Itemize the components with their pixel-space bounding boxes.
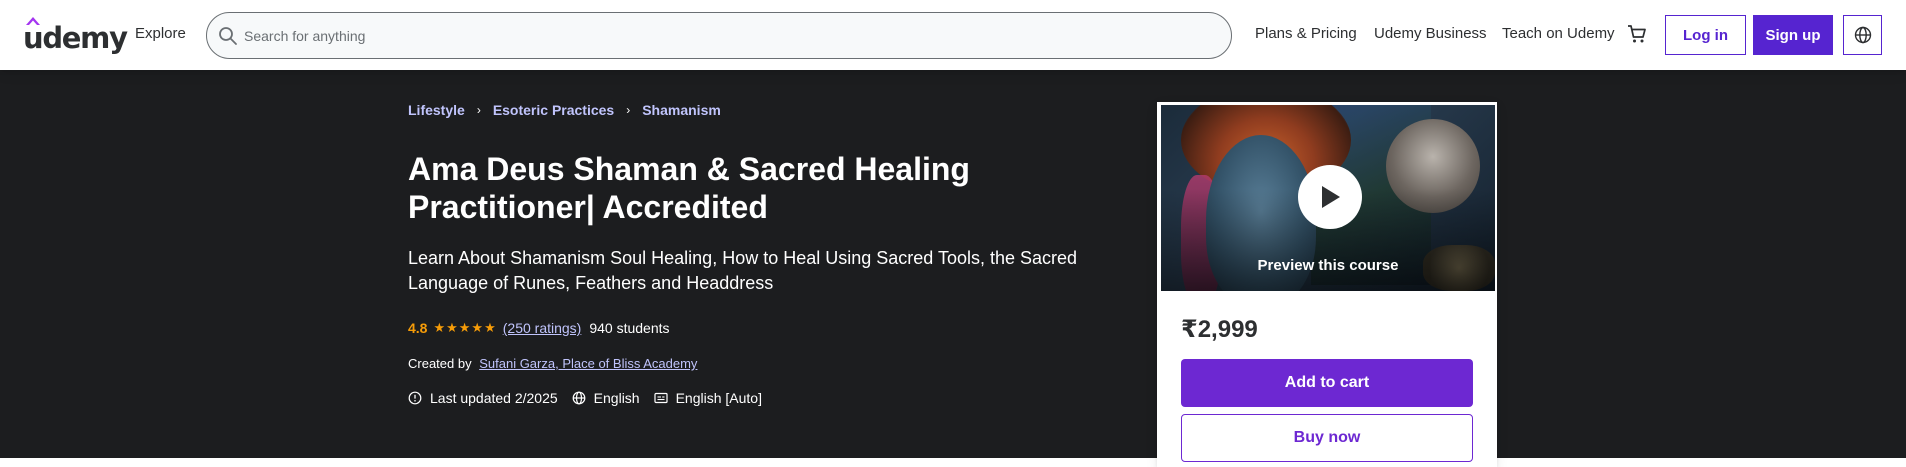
instructor-link[interactable]: Sufani Garza, Place of Bliss Academy [479, 356, 697, 371]
breadcrumb: Lifestyle › Esoteric Practices › Shamani… [408, 102, 721, 118]
alert-clock-icon [408, 391, 422, 405]
language-button[interactable] [1843, 15, 1882, 55]
captions-text: English [Auto] [675, 390, 762, 406]
ratings-count-link[interactable]: (250 ratings) [503, 320, 582, 336]
globe-icon [572, 391, 586, 405]
globe-icon [1854, 26, 1871, 44]
course-title: Ama Deus Shaman & Sacred Healing Practit… [408, 151, 970, 225]
breadcrumb-esoteric-practices[interactable]: Esoteric Practices [493, 102, 614, 118]
star-rating-icon: ★★★★★ [433, 320, 497, 335]
signup-button[interactable]: Sign up [1753, 15, 1833, 55]
search-input[interactable] [244, 24, 1204, 48]
rating-row: 4.8 ★★★★★ (250 ratings) 940 students [408, 320, 670, 336]
breadcrumb-lifestyle[interactable]: Lifestyle [408, 102, 465, 118]
language-text: English [593, 390, 640, 406]
explore-link[interactable]: Explore [135, 25, 186, 42]
teach-on-udemy-link[interactable]: Teach on Udemy [1502, 25, 1615, 42]
search-bar[interactable] [206, 12, 1232, 59]
purchase-card: Preview this course ₹2,999 Add to cart B… [1157, 102, 1497, 467]
captions: English [Auto] [653, 390, 762, 406]
rating-value: 4.8 [408, 320, 428, 336]
udemy-business-link[interactable]: Udemy Business [1374, 25, 1487, 42]
logo-wordmark: udemy [23, 21, 128, 55]
students-count: 940 students [589, 320, 670, 336]
top-header: udemy Explore Plans & Pricing Udemy Busi… [0, 0, 1906, 70]
play-button[interactable] [1298, 165, 1362, 229]
search-icon[interactable] [218, 26, 238, 46]
course-subtitle: Learn About Shamanism Soul Healing, How … [408, 248, 1078, 293]
udemy-logo[interactable]: udemy [23, 17, 128, 55]
captions-icon [653, 392, 668, 404]
last-updated: Last updated 2/2025 [408, 390, 558, 406]
buy-now-button[interactable]: Buy now [1181, 414, 1473, 462]
last-updated-text: Last updated 2/2025 [430, 390, 558, 406]
chevron-right-icon: › [476, 103, 481, 117]
play-icon [1322, 186, 1340, 208]
add-to-cart-button[interactable]: Add to cart [1181, 359, 1473, 407]
chevron-right-icon: › [626, 103, 631, 117]
login-button[interactable]: Log in [1665, 15, 1746, 55]
plans-pricing-link[interactable]: Plans & Pricing [1255, 25, 1357, 42]
preview-label: Preview this course [1257, 257, 1399, 274]
language: English [572, 390, 640, 406]
course-price: ₹2,999 [1181, 316, 1258, 343]
breadcrumb-shamanism[interactable]: Shamanism [642, 102, 721, 118]
created-by-label: Created by [408, 356, 472, 371]
course-meta: Last updated 2/2025 English English [Aut… [408, 390, 776, 406]
cart-icon[interactable] [1626, 23, 1648, 45]
created-by: Created by Sufani Garza, Place of Bliss … [408, 356, 697, 371]
course-preview-video[interactable]: Preview this course [1161, 105, 1495, 291]
